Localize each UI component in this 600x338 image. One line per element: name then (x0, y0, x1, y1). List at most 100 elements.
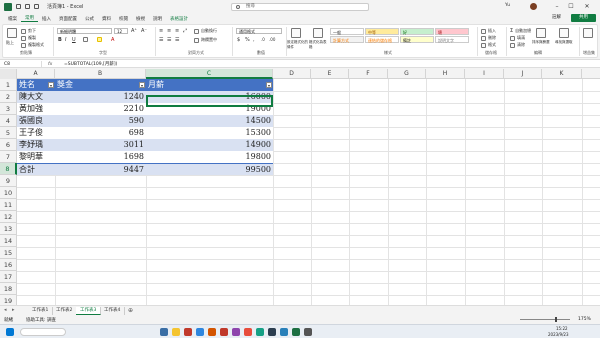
format-painter-button[interactable]: 複製格式 (21, 42, 44, 48)
bold-icon[interactable]: B (58, 37, 62, 43)
column-header-j[interactable]: J (504, 69, 542, 79)
task-view-icon[interactable] (160, 328, 168, 336)
table-cell[interactable]: 698 (55, 127, 146, 139)
row-header-7[interactable]: 7 (0, 151, 17, 163)
table-cell[interactable]: 15300 (146, 127, 273, 139)
border-icon[interactable] (83, 37, 90, 42)
row-header-9[interactable]: 9 (0, 175, 17, 187)
copy-button[interactable]: 複製 (21, 35, 36, 41)
add-sheet-icon[interactable]: ⊕ (128, 307, 133, 314)
tab-formulas[interactable]: 公式 (81, 16, 98, 22)
clear-button[interactable]: 清除 (510, 42, 525, 48)
find-select-button[interactable]: 尋找與選取 (555, 40, 577, 45)
percent-icon[interactable]: % (245, 37, 250, 43)
increase-font-icon[interactable]: A⁺ (131, 28, 137, 34)
format-cells-button[interactable]: 格式 (481, 42, 496, 48)
delete-cells-button[interactable]: 刪除 (481, 35, 496, 41)
filter-dropdown-icon[interactable]: ▾ (48, 82, 54, 88)
insert-cells-button[interactable]: 插入 (481, 28, 496, 34)
start-icon[interactable] (6, 328, 14, 336)
underline-icon[interactable]: U (72, 37, 76, 43)
align-right-icon[interactable]: ☰ (175, 37, 179, 43)
merge-center-button[interactable]: 跨欄置中 (194, 37, 217, 43)
align-bottom-icon[interactable]: ≡ (175, 28, 179, 34)
autosave-icon[interactable] (16, 4, 21, 9)
zoom-slider-thumb[interactable] (555, 317, 557, 322)
search-input[interactable]: 搜尋 (231, 3, 369, 11)
app-icon[interactable] (304, 328, 312, 336)
table-header-bonus[interactable]: 獎金 (55, 79, 146, 91)
paste-icon[interactable] (7, 28, 17, 38)
close-icon[interactable]: ✕ (582, 2, 592, 11)
row-header-12[interactable]: 12 (0, 211, 17, 223)
align-left-icon[interactable]: ☰ (159, 37, 163, 43)
table-cell[interactable]: 黎明華 (17, 151, 55, 163)
tab-file[interactable]: 檔案 (4, 16, 21, 22)
tab-page-layout[interactable]: 頁面配置 (55, 16, 81, 22)
addins-icon[interactable] (583, 28, 593, 38)
align-center-icon[interactable]: ☰ (167, 37, 171, 43)
formula-input[interactable]: =SUBTOTAL(109,[月薪]) (64, 61, 117, 68)
align-middle-icon[interactable]: ≡ (167, 28, 171, 34)
column-header-d[interactable]: D (273, 69, 311, 79)
row-header-19[interactable]: 19 (0, 295, 17, 305)
tab-help[interactable]: 說明 (149, 16, 166, 22)
table-cell[interactable]: 陳大文 (17, 91, 55, 103)
row-header-17[interactable]: 17 (0, 271, 17, 283)
font-name-select[interactable]: 新細明體 (57, 28, 112, 34)
row-header-3[interactable]: 3 (0, 103, 17, 115)
autosum-button[interactable]: Σ 自動加總 (510, 28, 531, 34)
cut-button[interactable]: 剪下 (21, 28, 36, 34)
edge-icon[interactable] (196, 328, 204, 336)
row-header-6[interactable]: 6 (0, 139, 17, 151)
conditional-format-icon[interactable] (291, 28, 301, 38)
filter-dropdown-icon[interactable]: ▾ (266, 82, 272, 88)
style-neutral[interactable]: 中等 (365, 28, 399, 35)
style-explanatory[interactable]: 說明文字 (435, 36, 469, 43)
style-good[interactable]: 好 (400, 28, 434, 35)
style-note[interactable]: 備註 (400, 36, 434, 43)
tab-insert[interactable]: 插入 (38, 16, 55, 22)
app-icon[interactable] (208, 328, 216, 336)
italic-icon[interactable]: I (65, 37, 66, 43)
conditional-format-button[interactable]: 設定格式化的條件 (287, 40, 309, 50)
style-linked-cell[interactable]: 連結的儲存格 (365, 36, 399, 43)
row-header-2[interactable]: 2 (0, 91, 17, 103)
zoom-slider[interactable] (520, 319, 570, 320)
select-all-corner[interactable] (0, 69, 17, 79)
number-format-select[interactable]: 通用格式 (236, 28, 282, 34)
table-cell[interactable]: 2210 (55, 103, 146, 115)
row-header-4[interactable]: 4 (0, 115, 17, 127)
style-normal[interactable]: 一般 (330, 28, 364, 35)
column-header-c[interactable]: C (146, 69, 273, 79)
name-box[interactable]: C8 (2, 61, 42, 68)
style-bad[interactable]: 壞 (435, 28, 469, 35)
align-top-icon[interactable]: ≡ (159, 28, 163, 34)
minimize-icon[interactable]: – (552, 2, 562, 11)
table-cell[interactable]: 李妤瑀 (17, 139, 55, 151)
table-cell[interactable]: 1698 (55, 151, 146, 163)
format-as-table-button[interactable]: 格式化為表格 (309, 40, 329, 50)
prev-sheet-icon[interactable]: ◂ (4, 307, 7, 313)
function-icon[interactable]: fx (48, 61, 52, 68)
font-color-icon[interactable]: A (111, 37, 114, 43)
increase-decimal-icon[interactable]: .0 (261, 37, 265, 42)
app-icon[interactable] (184, 328, 192, 336)
column-header-k[interactable]: K (542, 69, 582, 79)
fill-button[interactable]: 填滿 (510, 35, 525, 41)
save-icon[interactable] (25, 4, 30, 9)
row-header-10[interactable]: 10 (0, 187, 17, 199)
tab-review[interactable]: 校閱 (115, 16, 132, 22)
table-cell[interactable]: 黃加強 (17, 103, 55, 115)
font-size-select[interactable]: 12 (114, 28, 128, 34)
row-header-16[interactable]: 16 (0, 259, 17, 271)
sort-filter-icon[interactable] (536, 28, 546, 38)
fill-color-icon[interactable] (97, 37, 104, 42)
accessibility-status[interactable]: 協助工具: 調查 (26, 317, 56, 323)
app-icon[interactable] (268, 328, 276, 336)
taskbar-search[interactable] (20, 328, 66, 336)
total-label-cell[interactable]: 合計 (17, 163, 55, 175)
worksheet-grid[interactable]: A B C D E F G H I J K 1 2 3 4 5 6 7 8 9 … (0, 69, 600, 305)
column-header-g[interactable]: G (388, 69, 426, 79)
undo-icon[interactable] (34, 4, 39, 9)
